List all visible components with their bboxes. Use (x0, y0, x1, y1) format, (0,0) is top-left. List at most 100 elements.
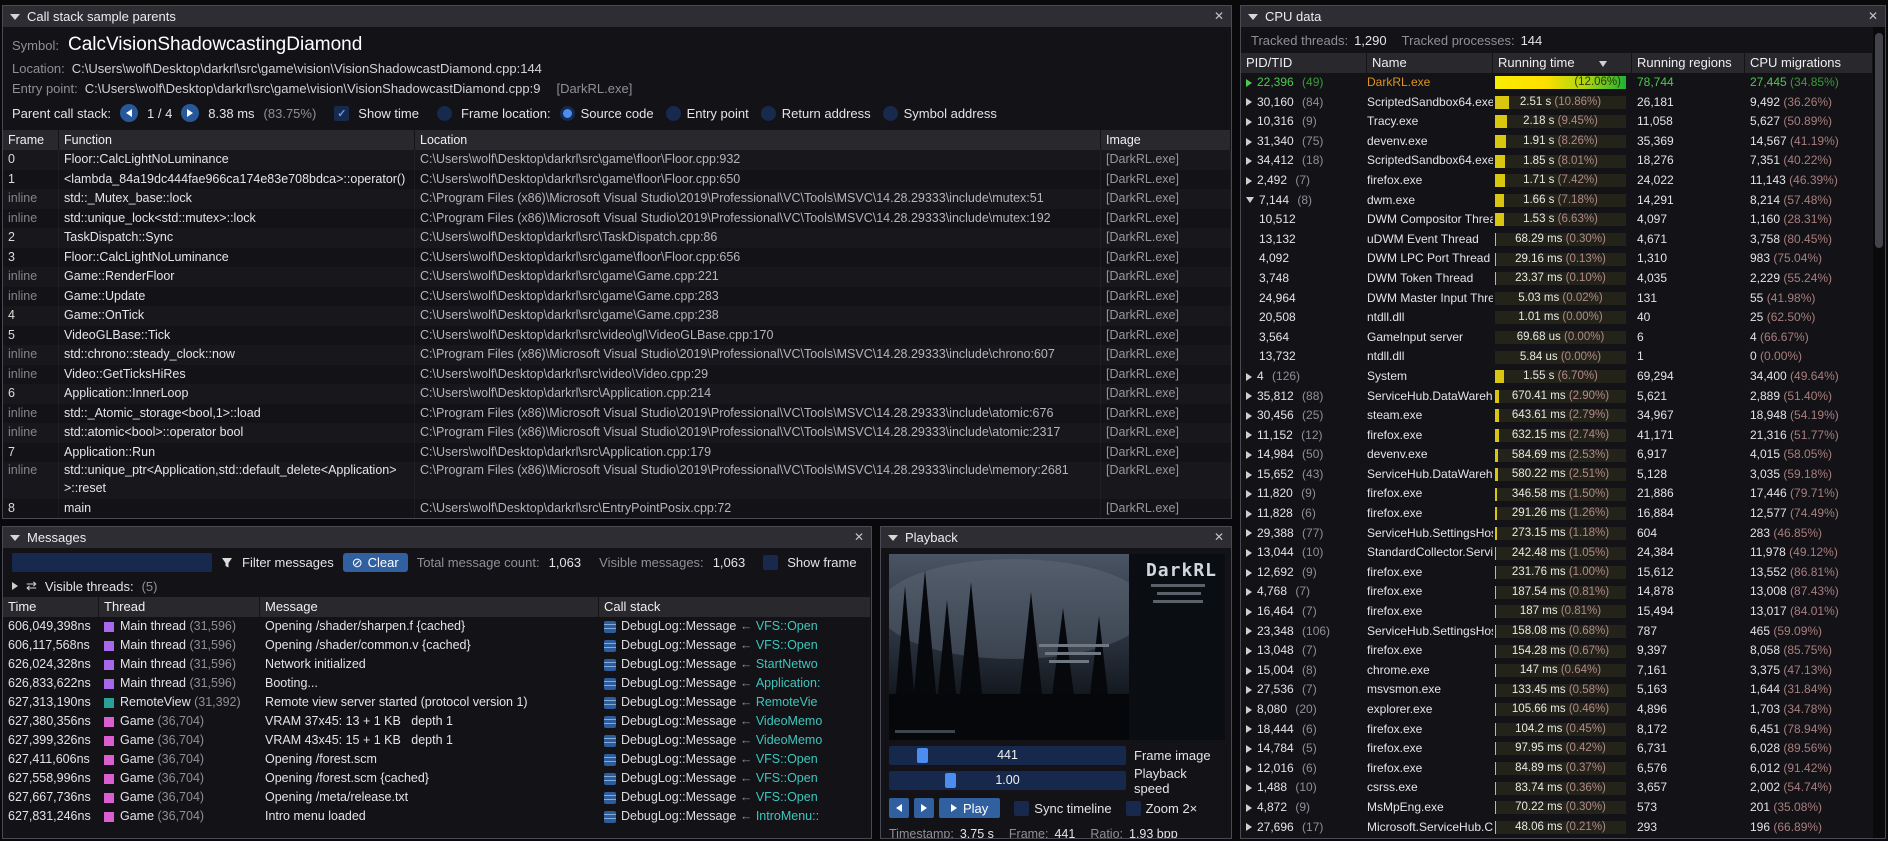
expand-arrow-icon[interactable] (1246, 725, 1252, 733)
cpu-row[interactable]: 35,812 (88)ServiceHub.DataWarehous670.41… (1241, 387, 1873, 407)
zoom-2x-checkbox[interactable] (1126, 801, 1141, 816)
frame-image-slider[interactable]: 441 (889, 746, 1126, 765)
cpu-row[interactable]: 4 (126)System1.55 s (6.70%)69,29434,400 … (1241, 367, 1873, 387)
column-header[interactable]: Location (415, 130, 1101, 150)
show-frame-checkbox[interactable] (763, 555, 778, 570)
message-row[interactable]: 606,049,398nsMain thread (31,596)Opening… (3, 617, 871, 636)
radio-icon[interactable] (560, 106, 575, 121)
close-icon[interactable]: ✕ (1868, 6, 1878, 27)
expand-arrow-icon[interactable] (1246, 451, 1252, 459)
cpu-row[interactable]: 23,348 (106)ServiceHub.SettingsHost158.0… (1241, 622, 1873, 642)
message-row[interactable]: 626,024,328nsMain thread (31,596)Network… (3, 655, 871, 674)
cpu-row[interactable]: 11,828 (6)firefox.exe291.26 ms (1.26%)16… (1241, 504, 1873, 524)
column-header[interactable]: PID/TID (1241, 53, 1367, 73)
cpu-row[interactable]: 15,004 (8)chrome.exe147 ms (0.64%)7,1613… (1241, 661, 1873, 681)
collapse-arrow-icon[interactable] (1246, 197, 1254, 203)
frame-location-option[interactable]: Return address (761, 106, 871, 121)
expand-arrow-icon[interactable] (1246, 412, 1252, 420)
sync-timeline-checkbox[interactable] (1014, 801, 1029, 816)
cpu-row[interactable]: 15,652 (43)ServiceHub.DataWarehous580.22… (1241, 465, 1873, 485)
collapse-arrow-icon[interactable] (1248, 14, 1258, 20)
cpu-row[interactable]: 2,492 (7)firefox.exe1.71 s (7.42%)24,022… (1241, 171, 1873, 191)
cpu-row[interactable]: 12,692 (9)firefox.exe231.76 ms (1.00%)15… (1241, 563, 1873, 583)
next-parent-button[interactable] (181, 104, 199, 122)
column-header[interactable]: Call stack (599, 597, 871, 617)
expand-arrow-icon[interactable] (1246, 706, 1252, 714)
cpu-row[interactable]: 30,456 (25)steam.exe643.61 ms (2.79%)34,… (1241, 406, 1873, 426)
cpu-row[interactable]: 27,696 (17)Microsoft.ServiceHub.Co48.06 … (1241, 818, 1873, 838)
message-row[interactable]: 627,399,326nsGame (36,704)VRAM 43x45: 15… (3, 731, 871, 750)
cpu-row[interactable]: 18,444 (6)firefox.exe104.2 ms (0.45%)8,1… (1241, 720, 1873, 740)
callstack-row[interactable]: inlineinvoke_maind:\agent\_work\63\s\src… (3, 519, 1231, 520)
cpu-row[interactable]: 29,388 (77)ServiceHub.SettingsHost273.15… (1241, 524, 1873, 544)
column-header[interactable]: Function (59, 130, 415, 150)
clear-button[interactable]: ⊘ Clear (343, 553, 408, 572)
message-row[interactable]: 627,313,190nsRemoteView (31,392)Remote v… (3, 693, 871, 712)
next-frame-button[interactable] (914, 798, 934, 818)
expand-arrow-icon[interactable] (1246, 549, 1252, 557)
prev-parent-button[interactable] (120, 104, 138, 122)
callstack-row[interactable]: inlinestd::_Atomic_storage<bool,1>::load… (3, 404, 1231, 424)
cpu-row[interactable]: 34,412 (18)ScriptedSandbox64.exe1.85 s (… (1241, 151, 1873, 171)
cpu-row[interactable]: 13,732ntdll.dll5.84 us (0.00%)10 (0.00%) (1241, 347, 1873, 367)
cpu-row[interactable]: 20,508ntdll.dll1.01 ms (0.00%)4025 (62.5… (1241, 308, 1873, 328)
cpu-row[interactable]: 10,316 (9)Tracy.exe2.18 s (9.45%)11,0585… (1241, 112, 1873, 132)
cpu-row[interactable]: 4,768 (7)firefox.exe187.54 ms (0.81%)14,… (1241, 582, 1873, 602)
radio-icon[interactable] (761, 106, 776, 121)
expand-arrow-icon[interactable] (1246, 647, 1252, 655)
expand-arrow-icon[interactable] (1246, 177, 1252, 185)
message-row[interactable]: 627,380,356nsGame (36,704)VRAM 37x45: 13… (3, 712, 871, 731)
callstack-row[interactable]: inlineVideo::GetTicksHiResC:\Users\wolf\… (3, 365, 1231, 385)
cpu-row[interactable]: 4,092DWM LPC Port Thread29.16 ms (0.13%)… (1241, 249, 1873, 269)
message-row[interactable]: 627,831,246nsGame (36,704)Intro menu loa… (3, 807, 871, 826)
callstack-row[interactable]: 5VideoGLBase::TickC:\Users\wolf\Desktop\… (3, 326, 1231, 346)
close-icon[interactable]: ✕ (1214, 6, 1224, 27)
column-header[interactable]: Thread (99, 597, 260, 617)
callstack-row[interactable]: 8mainC:\Users\wolf\Desktop\darkrl\src\En… (3, 499, 1231, 519)
playback-speed-slider[interactable]: 1.00 (889, 771, 1126, 790)
expand-arrow-icon[interactable] (1246, 118, 1252, 126)
expand-arrow-icon[interactable] (1246, 804, 1252, 812)
callstack-row[interactable]: 3Floor::CalcLightNoLuminanceC:\Users\wol… (3, 248, 1231, 268)
expand-arrow-icon[interactable] (1246, 608, 1252, 616)
cpu-row[interactable]: 16,464 (7)firefox.exe187 ms (0.81%)15,49… (1241, 602, 1873, 622)
radio-icon[interactable] (883, 106, 898, 121)
callstack-row[interactable]: inlinestd::atomic<bool>::operator boolC:… (3, 423, 1231, 443)
cpu-row[interactable]: 8,080 (20)explorer.exe105.66 ms (0.46%)4… (1241, 700, 1873, 720)
expand-arrow-icon[interactable] (1246, 745, 1252, 753)
callstack-row[interactable]: inlinestd::unique_ptr<Application,std::d… (3, 462, 1231, 499)
frame-location-option[interactable]: Entry point (666, 106, 749, 121)
expand-arrow-icon[interactable] (1246, 510, 1252, 518)
cpu-row[interactable]: 27,536 (7)msvsmon.exe133.45 ms (0.58%)5,… (1241, 680, 1873, 700)
cpu-row[interactable]: 4,872 (9)MsMpEng.exe70.22 ms (0.30%)5732… (1241, 798, 1873, 818)
frame-location-option[interactable]: Source code (560, 106, 654, 121)
expand-arrow-icon[interactable] (1246, 784, 1252, 792)
callstack-row[interactable]: 7Application::RunC:\Users\wolf\Desktop\d… (3, 443, 1231, 463)
callstack-row[interactable]: inlinestd::unique_lock<std::mutex>::lock… (3, 209, 1231, 229)
cpu-row[interactable]: 22,396 (49)DarkRL.exe(12.06%)78,74427,44… (1241, 73, 1873, 93)
cpu-row[interactable]: 3,748DWM Token Thread23.37 ms (0.10%)4,0… (1241, 269, 1873, 289)
cpu-row[interactable]: 31,340 (75)devenv.exe1.91 s (8.26%)35,36… (1241, 132, 1873, 152)
collapse-arrow-icon[interactable] (10, 535, 20, 541)
callstack-row[interactable]: inlinestd::_Mutex_base::lockC:\Program F… (3, 189, 1231, 209)
callstack-row[interactable]: 6Application::InnerLoopC:\Users\wolf\Des… (3, 384, 1231, 404)
expand-arrow-icon[interactable] (1246, 138, 1252, 146)
column-header[interactable]: Name (1367, 53, 1493, 73)
callstack-row[interactable]: 4Game::OnTickC:\Users\wolf\Desktop\darkr… (3, 306, 1231, 326)
cpu-row[interactable]: 13,048 (7)firefox.exe154.28 ms (0.67%)9,… (1241, 641, 1873, 661)
expand-arrow-icon[interactable] (1246, 490, 1252, 498)
play-button[interactable]: Play (939, 798, 1000, 818)
radio-icon[interactable] (666, 106, 681, 121)
close-icon[interactable]: ✕ (1214, 527, 1224, 548)
cpu-row[interactable]: 13,044 (10)StandardCollector.Servic242.4… (1241, 543, 1873, 563)
callstack-row[interactable]: 1<lambda_84a19dc444fae966ca174e83e708bdc… (3, 170, 1231, 190)
expand-arrow-icon[interactable] (1246, 765, 1252, 773)
column-header[interactable]: Running regions (1632, 53, 1745, 73)
cpu-row[interactable]: 14,784 (5)firefox.exe97.95 ms (0.42%)6,7… (1241, 739, 1873, 759)
column-header[interactable]: Image (1101, 130, 1231, 150)
cpu-row[interactable]: 10,512DWM Compositor Thread1.53 s (6.63%… (1241, 210, 1873, 230)
cpu-row[interactable]: 12,016 (6)firefox.exe84.89 ms (0.37%)6,5… (1241, 759, 1873, 779)
cpu-row[interactable]: 11,152 (12)firefox.exe632.15 ms (2.74%)4… (1241, 426, 1873, 446)
expand-arrow-icon[interactable] (1246, 686, 1252, 694)
scrollbar[interactable] (1873, 27, 1885, 838)
